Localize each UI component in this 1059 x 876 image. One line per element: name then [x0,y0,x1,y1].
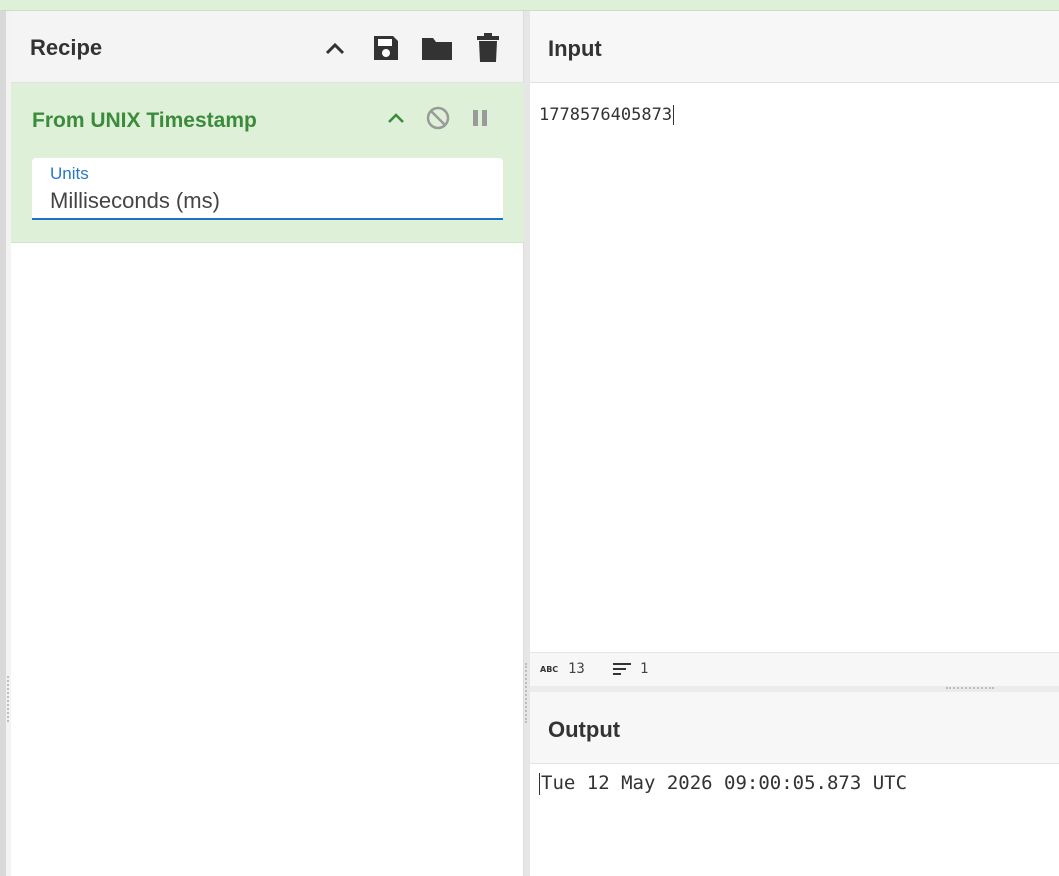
io-divider-grip[interactable] [946,687,994,689]
svg-text:ABC: ABC [540,665,558,674]
divider-grip[interactable] [525,663,527,723]
operation-collapse-button[interactable] [381,103,411,133]
input-header: Input [530,11,1059,83]
chevron-up-icon [325,42,345,55]
clear-recipe-button[interactable] [471,31,505,65]
input-title: Input [548,36,602,61]
operation-from-unix-timestamp[interactable]: From UNIX Timestamp Units Milliseconds (… [11,83,524,243]
lines-icon [613,663,631,675]
operation-disable-button[interactable] [423,103,453,133]
left-resize-handle[interactable] [7,676,9,722]
line-count: 1 [612,661,648,677]
input-textarea[interactable]: 1778576405873 [539,105,675,125]
recipe-title: Recipe [30,35,103,60]
output-value: Tue 12 May 2026 09:00:05.873 UTC [541,772,908,794]
save-icon [374,36,398,60]
top-banner [0,0,1059,11]
units-select[interactable]: Units Milliseconds (ms) [32,158,503,220]
output-cursor [539,772,540,795]
input-status-bar: ABC 13 1 [530,652,1059,686]
disable-icon [426,106,450,130]
pause-icon [473,110,487,126]
load-recipe-button[interactable] [420,31,454,65]
text-cursor [673,105,675,125]
line-count-value: 1 [640,661,649,677]
char-count: ABC 13 [540,661,585,677]
output-title: Output [548,717,621,742]
input-value: 1778576405873 [539,105,673,125]
save-recipe-button[interactable] [369,31,403,65]
recipe-panel: Recipe From UNIX Timestamp Units Millise… [11,11,524,876]
chevron-up-icon [388,113,404,123]
units-label: Units [50,164,89,183]
output-textarea[interactable]: Tue 12 May 2026 09:00:05.873 UTC [539,772,907,795]
collapse-all-button[interactable] [318,31,352,65]
left-panel-edge [0,11,11,876]
left-panel-border [0,11,6,876]
operation-title: From UNIX Timestamp [32,109,257,132]
output-header: Output [530,692,1059,764]
recipe-header: Recipe [11,11,523,83]
units-value: Milliseconds (ms) [50,188,220,213]
trash-icon [477,33,499,62]
operation-breakpoint-button[interactable] [465,103,495,133]
abc-icon: ABC [540,665,558,674]
char-count-value: 13 [568,661,585,677]
folder-icon [422,38,452,60]
input-panel: Input 1778576405873 ABC 13 1 [530,11,1059,686]
